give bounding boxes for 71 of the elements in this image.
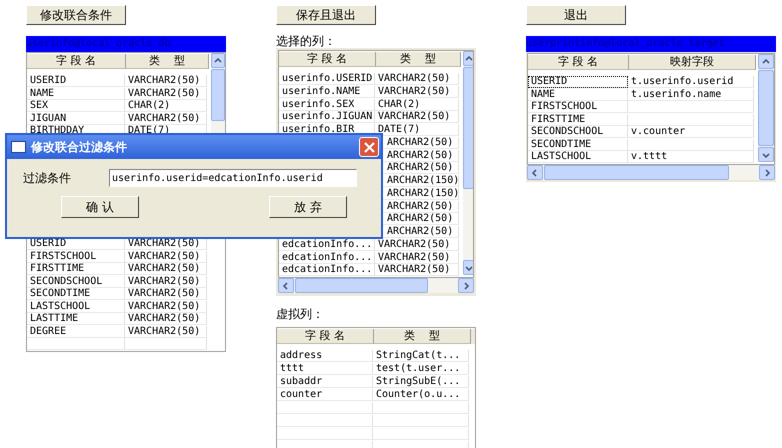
table-cell: t.userinfo.name	[628, 88, 754, 101]
table-cell: SECONDTIME	[528, 138, 628, 151]
table-cell: VARCHAR2(50)	[125, 88, 207, 100]
table-cell: t.userinfo.userid	[628, 76, 754, 88]
table-cell: VARCHAR2(50)	[125, 300, 207, 313]
column-header[interactable]: 类 型	[374, 329, 471, 344]
dialog-title: 修改联合过滤条件	[31, 138, 127, 156]
table-cell: VARCHAR2(50)	[125, 250, 207, 263]
table-cell: USERID	[27, 75, 125, 87]
table-cell: userinfo.NAME	[279, 86, 375, 98]
toolbar-button[interactable]: 修改联合条件	[26, 5, 126, 25]
table-title: userinfo@local_oracle_db	[26, 36, 226, 52]
dialog-button[interactable]: 放 弃	[269, 196, 347, 218]
table-cell: subaddr	[277, 376, 373, 388]
input-field[interactable]: userinfo.userid=edcationInfo.userid	[109, 169, 357, 187]
table-cell: v.tttt	[628, 151, 754, 164]
table-cell: userinfo.JIGUAN	[279, 111, 375, 124]
dialog-button[interactable]: 确 认	[61, 196, 139, 218]
table-cell: Counter(o.u...	[373, 389, 469, 401]
table-cell: CHAR(2)	[375, 98, 459, 110]
table-cell: counter	[277, 389, 373, 401]
table-cell: edcationInfo...	[279, 264, 375, 276]
table-cell: SECONDTIME	[27, 288, 125, 300]
column-header[interactable]: 类 型	[376, 52, 461, 67]
table-cell: VARCHAR2(50)	[375, 73, 459, 85]
table-cell: USERID	[528, 76, 628, 88]
table-cell: VARCHAR2(50)	[375, 252, 459, 264]
column-header[interactable]: 字 段 名	[277, 329, 374, 344]
table-cell: VARCHAR2(50)	[125, 326, 207, 338]
table-cell: VARCHAR2(50)	[375, 264, 459, 276]
table-cell: address	[277, 350, 373, 362]
table-cell: FIRSTSCHOOL	[528, 101, 628, 114]
table-cell: VARCHAR2(50)	[125, 263, 207, 276]
toolbar-button[interactable]: 退出	[526, 5, 626, 25]
column-header[interactable]: 字 段 名	[528, 55, 629, 70]
table-cell: VARCHAR2(50)	[125, 313, 207, 326]
table-cell: SEX	[27, 100, 125, 112]
table-cell: FIRSTTIME	[528, 114, 628, 126]
column-header[interactable]: 字 段 名	[279, 52, 376, 67]
table-cell: v.counter	[628, 126, 754, 138]
table-cell: VARCHAR2(50)	[125, 75, 207, 87]
table-cell: VARCHAR2(50)	[125, 112, 207, 125]
column-header[interactable]: 类 型	[126, 54, 209, 69]
table-cell: SECONDSCHOOL	[528, 126, 628, 138]
toolbar-button[interactable]: 保存且退出	[276, 5, 376, 25]
table-cell: NAME	[528, 88, 628, 101]
table-cell: LASTSCHOOL	[27, 300, 125, 313]
column-header[interactable]: 字 段 名	[27, 54, 126, 69]
table-cell: VARCHAR2(50)	[125, 276, 207, 288]
column-header[interactable]: 映射字段	[629, 55, 756, 70]
table-cell: userinfo.USERID	[279, 73, 375, 85]
table-cell: VARCHAR2(50)	[375, 86, 459, 98]
table-cell: FIRSTTIME	[27, 263, 125, 276]
table-cell: tttt	[277, 363, 373, 375]
table-cell: JIGUAN	[27, 112, 125, 125]
table-cell: StringCat(t...	[373, 350, 469, 362]
table-cell: VARCHAR2(50)	[125, 288, 207, 300]
table-cell: FIRSTSCHOOL	[27, 250, 125, 263]
table-cell: CHAR(2)	[125, 100, 207, 112]
table-cell: VARCHAR2(50)	[375, 111, 459, 124]
table-title: userprintinfo@local_oracle_target	[526, 36, 776, 52]
table-cell: StringSubE(...	[373, 376, 469, 388]
table-cell: userinfo.SEX	[279, 98, 375, 110]
table-cell: SECONDSCHOOL	[27, 276, 125, 288]
field-label: 过滤条件	[23, 170, 72, 186]
table-cell: test(t.user...	[373, 363, 469, 375]
table-cell: LASTSCHOOL	[528, 151, 628, 164]
table-cell: LASTTIME	[27, 313, 125, 326]
table-cell: DEGREE	[27, 326, 125, 338]
table-cell: NAME	[27, 88, 125, 100]
table-cell: edcationInfo...	[279, 252, 375, 264]
